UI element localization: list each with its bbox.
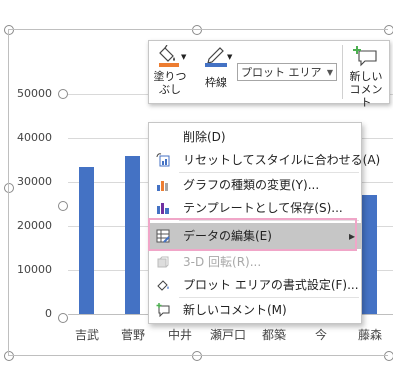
- new-comment-icon: [156, 303, 170, 317]
- paint-bucket-icon: [159, 44, 179, 67]
- y-tick-label: 40000: [17, 131, 52, 144]
- highlight-annotation: [148, 218, 357, 251]
- menu-item-change-chart-type[interactable]: グラフの種類の変更(Y)...: [149, 174, 361, 196]
- menu-item-label: プロット エリアの書式設定(F)...: [183, 278, 359, 292]
- plot-area-handle[interactable]: [58, 313, 68, 323]
- y-tick-label: 50000: [17, 87, 52, 100]
- chevron-down-icon[interactable]: ▼: [181, 53, 186, 61]
- x-tick-label: 今: [314, 328, 327, 342]
- bar-菅野[interactable]: [125, 155, 140, 314]
- menu-item-label: テンプレートとして保存(S)...: [183, 201, 343, 215]
- x-tick-label: 中井: [167, 328, 192, 342]
- x-tick-label: 吉武: [74, 328, 99, 342]
- menu-item-label: リセットしてスタイルに合わせる(A): [183, 153, 381, 167]
- toolbar-divider: [342, 45, 343, 99]
- rotate-3d-icon: [157, 256, 169, 268]
- menu-item-label: 新しいコメント(M): [183, 303, 287, 317]
- new-comment-button[interactable]: 新しい コメント: [345, 45, 387, 109]
- bar-藤森[interactable]: [362, 195, 377, 314]
- fill-label: ぶし: [159, 83, 181, 96]
- y-tick-label: 30000: [17, 175, 52, 188]
- fill-label: 塗りつ: [153, 70, 187, 83]
- fill-button[interactable]: ▼ 塗りつ ぶし: [153, 44, 187, 101]
- plot-area-handle[interactable]: [58, 89, 68, 99]
- x-tick-label: 藤森: [357, 328, 382, 342]
- plot-area-handle[interactable]: [58, 201, 68, 211]
- resize-handle[interactable]: [4, 351, 14, 361]
- bar-吉武[interactable]: [79, 166, 94, 314]
- menu-item-new-comment[interactable]: 新しいコメント(M): [149, 299, 361, 321]
- reset-style-icon: [156, 153, 170, 167]
- chevron-down-icon: ▼: [326, 68, 333, 77]
- outline-button[interactable]: ▼ 枠線: [199, 45, 233, 101]
- menu-item-delete[interactable]: 削除(D): [149, 126, 361, 148]
- chart-element-select-value: プロット エリア: [241, 66, 322, 79]
- y-tick-label: 10000: [17, 263, 52, 276]
- resize-handle[interactable]: [192, 25, 202, 35]
- change-chart-type-icon: [157, 181, 168, 191]
- y-tick-label: 0: [45, 307, 52, 320]
- menu-item-format-plot-area[interactable]: プロット エリアの書式設定(F)...: [149, 274, 361, 296]
- mini-toolbar: ▼ 塗りつ ぶし ▼ 枠線 プロット エリア ▼ 新しい コメント: [148, 40, 390, 109]
- x-tick-label: 都築: [261, 328, 286, 342]
- menu-item-3d-rotation: 3-D 回転(R)...: [149, 251, 361, 273]
- y-tick-label: 20000: [17, 219, 52, 232]
- new-comment-label: コメント: [349, 83, 383, 109]
- menu-item-label: 3-D 回転(R)...: [183, 255, 262, 269]
- menu-item-label: 削除(D): [183, 130, 226, 144]
- chart-border: [8, 355, 388, 356]
- x-tick-label: 菅野: [120, 328, 145, 342]
- resize-handle[interactable]: [384, 351, 393, 361]
- x-tick-label: 瀬戸口: [209, 328, 246, 342]
- outline-label: 枠線: [205, 76, 227, 89]
- pen-outline-icon: [205, 47, 227, 67]
- format-plot-area-icon: [157, 280, 169, 291]
- new-comment-icon: [353, 46, 377, 67]
- resize-handle[interactable]: [384, 25, 393, 35]
- menu-separator: [179, 297, 359, 298]
- chevron-down-icon[interactable]: ▼: [227, 53, 232, 61]
- resize-handle[interactable]: [192, 351, 202, 361]
- new-comment-label: 新しい: [349, 70, 383, 83]
- menu-item-reset-style[interactable]: リセットしてスタイルに合わせる(A): [149, 149, 380, 171]
- menu-separator: [179, 172, 359, 173]
- chart-element-select[interactable]: プロット エリア ▼: [237, 63, 337, 81]
- save-template-icon: [157, 203, 169, 214]
- menu-item-save-template[interactable]: テンプレートとして保存(S)...: [149, 197, 361, 219]
- chart-border: [8, 29, 388, 30]
- resize-handle[interactable]: [4, 25, 14, 35]
- menu-item-label: グラフの種類の変更(Y)...: [183, 178, 320, 192]
